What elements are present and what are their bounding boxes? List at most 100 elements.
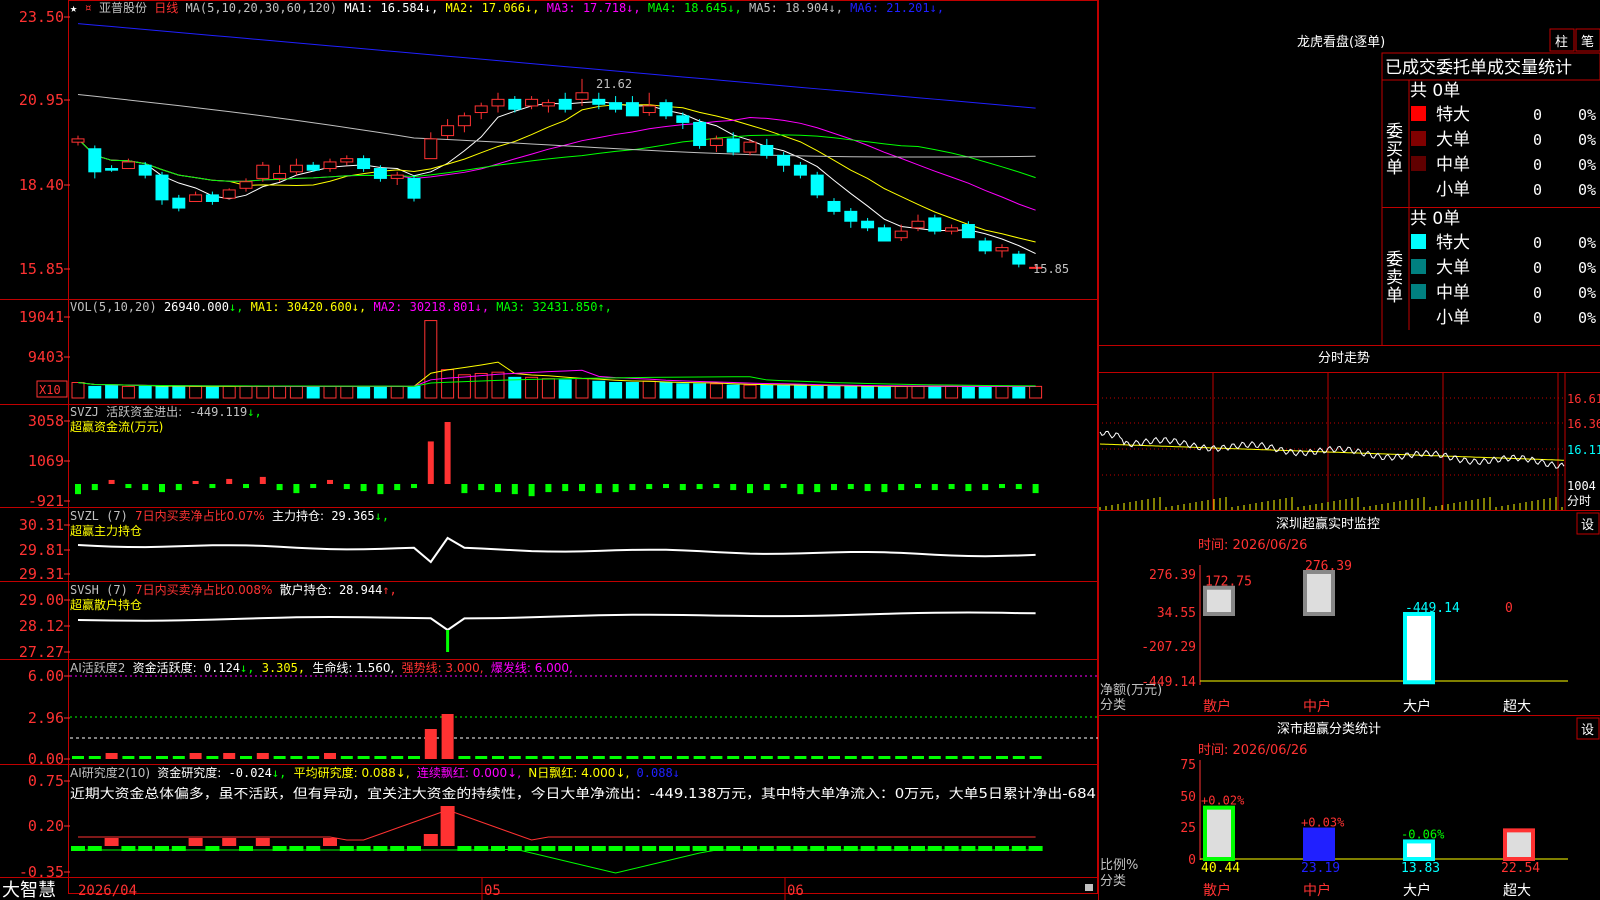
candle[interactable] [642,105,656,114]
classify-change-label: +0.02% [1201,794,1245,808]
candle[interactable] [961,224,975,239]
activity-bar [811,756,824,759]
fund-flow-bar [831,484,837,491]
ma-value: MA3: 17.718↓, [539,1,640,15]
main-force-line [77,536,1036,564]
candle[interactable] [323,161,337,170]
candle[interactable] [273,172,287,179]
candle[interactable] [340,158,354,163]
candle[interactable] [676,115,690,123]
candle[interactable] [541,102,555,107]
candle[interactable] [491,98,505,107]
candle[interactable] [256,164,270,179]
kline-panel[interactable]: 23.50 20.95 18.40 15.85 21.62 15.85 ★ ¤ 亚普股… [19,1,1069,278]
candle[interactable] [827,200,841,212]
candle[interactable] [105,168,119,171]
order-pct: 0% [1578,234,1596,252]
volume-bar [474,372,488,399]
candle[interactable] [861,220,875,229]
period-label[interactable]: 日线 [154,1,178,15]
volume-bar [407,385,421,399]
candle[interactable] [659,102,673,117]
candle[interactable] [457,115,471,127]
svsh-panel[interactable]: 29.00 28.12 27.27 SVSH (7) 7日内买卖净占比0.008% … [19,582,1036,661]
candle[interactable] [575,92,589,100]
candle[interactable] [189,194,203,202]
candle[interactable] [306,164,320,171]
research-bar [188,838,203,846]
side-label: 单 [1386,286,1403,306]
ma-value: MA2: 17.066↓, [438,1,539,15]
candle[interactable] [558,98,572,110]
candle[interactable] [810,174,824,196]
fund-flow-bar [931,484,938,491]
candle[interactable] [88,148,102,173]
candle[interactable] [760,144,774,156]
candle[interactable] [390,174,404,179]
candle[interactable] [239,181,253,189]
candle[interactable] [726,138,740,153]
main-chart-area[interactable]: 23.50 20.95 18.40 15.85 21.62 15.85 ★ ¤ 亚普股… [0,0,1600,900]
candle[interactable] [172,197,186,209]
candle[interactable] [205,194,219,202]
candle[interactable] [609,102,623,110]
activity-bar [240,756,252,759]
classify-panel[interactable]: 深市超赢分类统计 设 时间: 2026/06/26 75 50 25 0 +0.02% 4… [1100,717,1600,899]
monitor-tick-label: -207.29 [1141,640,1196,655]
candle[interactable] [928,217,942,232]
candle[interactable] [222,189,236,199]
candle[interactable] [743,141,757,153]
candle[interactable] [474,105,488,114]
svzl-panel[interactable]: 30.31 29.81 29.31 SVZL (7) 7日内买卖净占比0.07% 主… [19,508,1036,583]
svzj-panel[interactable]: 3058 1069 -921 SVZJ 活跃资金进出: -449.119↓, 超赢资… [28,404,1039,510]
classify-tick-label: 0 [1188,853,1196,868]
candle[interactable] [592,98,606,105]
candle[interactable] [424,138,438,160]
candle[interactable] [1012,253,1026,265]
intraday-panel[interactable]: 分时走势 16.61 16.36 16.11 1004分时 [1098,350,1600,510]
classify-category-label: 散户 [1203,882,1231,899]
lock-icon[interactable] [1085,884,1093,891]
candle[interactable] [777,154,791,166]
candle[interactable] [121,161,135,170]
candle[interactable] [911,220,925,229]
candlesticks[interactable] [71,78,1043,269]
ai-active-panel[interactable]: 6.00 2.96 0.00 AI活跃度2 资金活跃度: 0.124↓, 3.305… [28,660,1098,768]
candle[interactable] [995,247,1009,252]
vol-header: VOL(5,10,20) 26940.000↓, MA1: 30420.600↓… [70,300,612,314]
candle[interactable] [877,227,891,242]
volume-ma-line [77,376,1036,387]
volume-bar [777,384,791,399]
candle[interactable] [525,98,539,107]
candle[interactable] [978,240,992,252]
monitor-panel[interactable]: 深圳超赢实时监控 设 时间: 2026/06/26 276.39 34.55 -20… [1100,512,1600,715]
candle[interactable] [357,158,371,170]
candle[interactable] [155,174,169,201]
candle[interactable] [71,138,85,143]
candle[interactable] [407,177,421,199]
activity-bar [844,756,857,759]
candle[interactable] [441,125,455,137]
activity-bar [458,756,471,759]
dragon-tabs[interactable]: 已成交委托单成交量统计 [1385,58,1572,78]
candle[interactable] [373,168,387,179]
candle[interactable] [844,210,858,222]
candle[interactable] [894,230,908,239]
candle[interactable] [945,227,959,232]
candle[interactable] [138,164,152,176]
fund-flow-bar [579,484,585,492]
order-pct: 0% [1578,156,1596,174]
candle[interactable] [793,164,807,176]
volume-bar [693,383,707,399]
dragon-panel[interactable]: 龙虎看盘(逐单) 柱 笔 已成交委托单成交量统计 共 0单委买单特大 0 0%大单 0… [1297,28,1600,345]
volume-panel[interactable]: 19041 9403 X10 VOL(5,10,20) 26940.000↓, M… [19,300,1043,399]
candle[interactable] [289,164,303,173]
volume-bar [323,385,337,399]
candle[interactable] [508,98,522,110]
volume-bar [642,380,656,399]
candle[interactable] [709,138,723,146]
ai-research-panel[interactable]: 0.75 0.20 -0.35 AI研究度2(10) 资金研究度: -0.024↓,… [19,765,1096,881]
candle[interactable] [693,121,707,146]
candle[interactable] [625,102,639,117]
svg-text:柱: 柱 [1555,35,1568,50]
